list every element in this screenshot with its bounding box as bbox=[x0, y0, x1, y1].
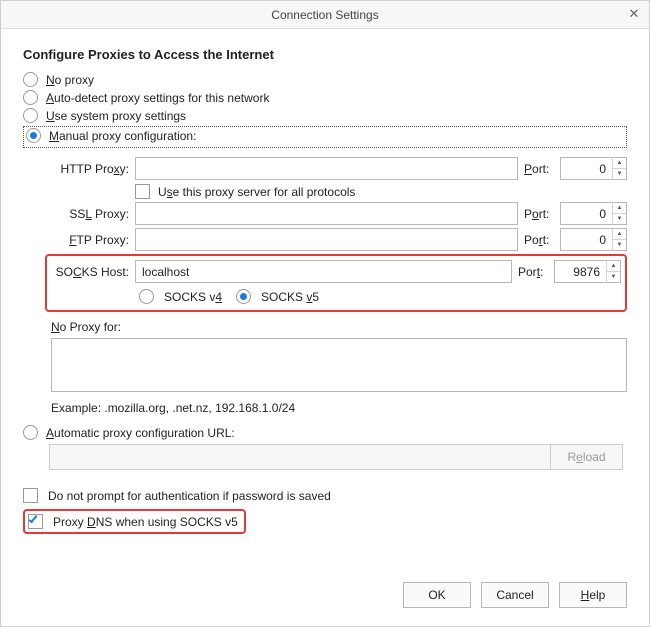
ok-button[interactable]: OK bbox=[403, 582, 471, 608]
no-proxy-for-label: No Proxy for: bbox=[51, 320, 627, 334]
socks-port-spinner[interactable]: ▲▼ bbox=[606, 260, 621, 283]
ssl-port-spinner[interactable]: ▲▼ bbox=[612, 202, 627, 225]
http-proxy-row: HTTP Proxy: Port: ▲▼ bbox=[51, 157, 627, 180]
radio-icon bbox=[23, 425, 38, 440]
socks-v5-label: SOCKS v5 bbox=[261, 290, 319, 304]
proxy-dns-row: Proxy DNS when using SOCKS v5 bbox=[23, 509, 627, 534]
radio-label: No proxy bbox=[46, 73, 94, 87]
socks-port-input[interactable] bbox=[554, 260, 606, 283]
titlebar: Connection Settings ✕ bbox=[1, 1, 649, 29]
no-proxy-example: Example: .mozilla.org, .net.nz, 192.168.… bbox=[51, 401, 627, 415]
window-title: Connection Settings bbox=[1, 8, 649, 22]
socks-proxy-row: SOCKS Host: Port: ▲▼ bbox=[51, 260, 621, 283]
http-proxy-label: HTTP Proxy: bbox=[51, 162, 129, 176]
checkbox-icon bbox=[23, 488, 38, 503]
dialog-window: Connection Settings ✕ Configure Proxies … bbox=[0, 0, 650, 627]
socks-host-input[interactable] bbox=[135, 260, 512, 283]
radio-pac-url[interactable]: Automatic proxy configuration URL: bbox=[23, 425, 627, 440]
ftp-port-input[interactable] bbox=[560, 228, 612, 251]
manual-proxy-block: Manual proxy configuration: bbox=[23, 126, 627, 148]
radio-icon bbox=[139, 289, 154, 304]
reload-button: Reload bbox=[551, 444, 623, 470]
cancel-button[interactable]: Cancel bbox=[481, 582, 549, 608]
ssl-proxy-label: SSL Proxy: bbox=[51, 207, 129, 221]
section-heading: Configure Proxies to Access the Internet bbox=[23, 47, 627, 62]
radio-label: Manual proxy configuration: bbox=[49, 129, 196, 143]
ssl-port-input[interactable] bbox=[560, 202, 612, 225]
socks-port-wrap: ▲▼ bbox=[554, 260, 621, 283]
http-port-label: Port: bbox=[524, 162, 554, 176]
radio-no-proxy[interactable]: No proxy bbox=[23, 72, 627, 87]
use-all-label: Use this proxy server for all protocols bbox=[158, 185, 355, 199]
socks-version-row: SOCKS v4 SOCKS v5 bbox=[139, 289, 621, 304]
radio-icon bbox=[23, 108, 38, 123]
no-auth-prompt-row[interactable]: Do not prompt for authentication if pass… bbox=[23, 488, 627, 503]
radio-icon bbox=[23, 72, 38, 87]
radio-socks-v4[interactable]: SOCKS v4 bbox=[139, 289, 222, 304]
socks-port-label: Port: bbox=[518, 265, 548, 279]
proxy-grid: HTTP Proxy: Port: ▲▼ Use this proxy serv… bbox=[23, 148, 627, 415]
radio-auto-detect[interactable]: Auto-detect proxy settings for this netw… bbox=[23, 90, 627, 105]
use-all-protocols-row[interactable]: Use this proxy server for all protocols bbox=[135, 184, 627, 199]
radio-icon bbox=[26, 128, 41, 143]
ssl-proxy-row: SSL Proxy: Port: ▲▼ bbox=[51, 202, 627, 225]
ssl-proxy-input[interactable] bbox=[135, 202, 518, 225]
pac-url-input bbox=[49, 444, 551, 470]
close-icon[interactable]: ✕ bbox=[625, 5, 643, 23]
http-port-wrap: ▲▼ bbox=[560, 157, 627, 180]
radio-label: Auto-detect proxy settings for this netw… bbox=[46, 91, 269, 105]
lower-options: Do not prompt for authentication if pass… bbox=[23, 488, 627, 534]
ftp-proxy-label: FTP Proxy: bbox=[51, 233, 129, 247]
http-port-spinner[interactable]: ▲▼ bbox=[612, 157, 627, 180]
ftp-port-spinner[interactable]: ▲▼ bbox=[612, 228, 627, 251]
radio-icon bbox=[236, 289, 251, 304]
radio-label: Automatic proxy configuration URL: bbox=[46, 426, 235, 440]
radio-icon bbox=[23, 90, 38, 105]
checkbox-icon bbox=[135, 184, 150, 199]
no-proxy-for-input[interactable] bbox=[51, 338, 627, 392]
ssl-port-wrap: ▲▼ bbox=[560, 202, 627, 225]
ftp-proxy-input[interactable] bbox=[135, 228, 518, 251]
ftp-port-wrap: ▲▼ bbox=[560, 228, 627, 251]
socks-host-label: SOCKS Host: bbox=[51, 265, 129, 279]
button-bar: OK Cancel Help bbox=[1, 568, 649, 626]
radio-system-proxy[interactable]: Use system proxy settings bbox=[23, 108, 627, 123]
proxy-dns-label: Proxy DNS when using SOCKS v5 bbox=[53, 515, 238, 529]
ssl-port-label: Port: bbox=[524, 207, 554, 221]
radio-label: Use system proxy settings bbox=[46, 109, 186, 123]
ftp-port-label: Port: bbox=[524, 233, 554, 247]
http-proxy-input[interactable] bbox=[135, 157, 518, 180]
radio-socks-v5[interactable]: SOCKS v5 bbox=[236, 289, 319, 304]
dialog-content: Configure Proxies to Access the Internet… bbox=[1, 29, 649, 568]
radio-manual-proxy[interactable]: Manual proxy configuration: bbox=[26, 128, 624, 143]
socks-highlight: SOCKS Host: Port: ▲▼ SOCKS v4 S bbox=[45, 254, 627, 312]
no-auth-prompt-label: Do not prompt for authentication if pass… bbox=[48, 489, 331, 503]
checkbox-icon bbox=[28, 514, 43, 529]
ftp-proxy-row: FTP Proxy: Port: ▲▼ bbox=[51, 228, 627, 251]
proxy-dns-highlight[interactable]: Proxy DNS when using SOCKS v5 bbox=[23, 509, 246, 534]
http-port-input[interactable] bbox=[560, 157, 612, 180]
pac-field-row: Reload bbox=[49, 444, 623, 470]
socks-v4-label: SOCKS v4 bbox=[164, 290, 222, 304]
help-button[interactable]: Help bbox=[559, 582, 627, 608]
